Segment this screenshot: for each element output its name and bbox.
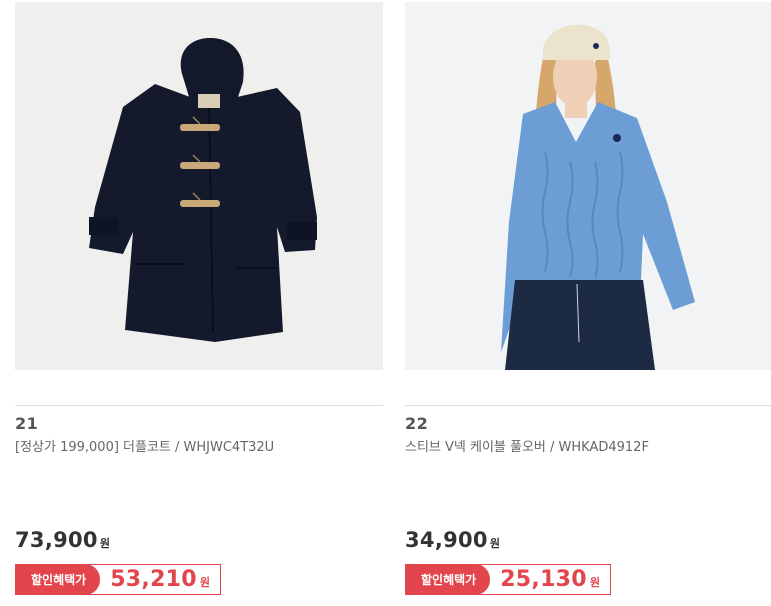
regular-price-value: 34,900 (405, 528, 488, 552)
product-image-duffle-coat[interactable] (15, 2, 383, 370)
product-name-link[interactable]: 스티브 V넥 케이블 풀오버 / WHKAD4912F (405, 436, 771, 455)
duffle-coat-illustration (15, 2, 383, 370)
model-pullover-illustration (405, 2, 771, 370)
product-number: 21 (15, 414, 39, 433)
product-image-cable-pullover[interactable] (405, 2, 771, 370)
sale-label-badge: 할인혜택가 (15, 564, 101, 595)
currency-unit: 원 (199, 576, 211, 589)
currency-unit: 원 (99, 537, 110, 550)
regular-price: 34,900 원 (405, 528, 500, 552)
product-card[interactable]: 21 [정상가 199,000] 더플코트 / WHJWC4T32U 73,90… (15, 0, 383, 606)
card-divider (15, 405, 383, 406)
product-name-link[interactable]: [정상가 199,000] 더플코트 / WHJWC4T32U (15, 436, 383, 455)
sale-price-tag: 할인혜택가 53,210 원 (15, 564, 222, 595)
sale-price-value: 25,130 (500, 567, 587, 592)
product-card[interactable]: 22 스티브 V넥 케이블 풀오버 / WHKAD4912F 34,900 원 … (405, 0, 771, 606)
sale-label-badge: 할인혜택가 (405, 564, 491, 595)
card-divider (405, 405, 771, 406)
sale-price-tag: 할인혜택가 25,130 원 (405, 564, 612, 595)
sale-price-box: 25,130 원 (476, 564, 612, 595)
sale-price-box: 53,210 원 (86, 564, 222, 595)
product-number: 22 (405, 414, 429, 433)
currency-unit: 원 (489, 537, 500, 550)
sale-price-value: 53,210 (110, 567, 197, 592)
regular-price: 73,900 원 (15, 528, 110, 552)
regular-price-value: 73,900 (15, 528, 98, 552)
currency-unit: 원 (589, 576, 601, 589)
